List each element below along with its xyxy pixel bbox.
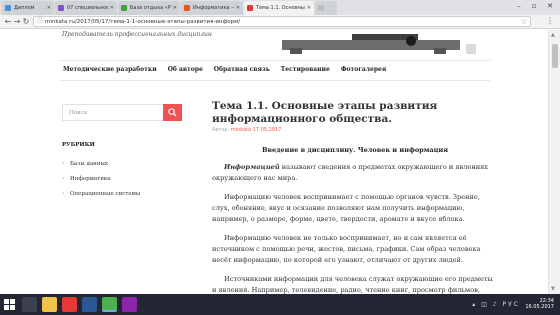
- rubric-item[interactable]: › Базы данных: [62, 156, 140, 171]
- tab-close-icon[interactable]: ✕: [173, 5, 177, 11]
- chevron-right-icon: ›: [62, 175, 65, 182]
- browser-tab-strip: Диплом ✕ 07 специальное-часть-1-Т… ✕ Баз…: [0, 0, 560, 15]
- windows-start-icon[interactable]: [4, 299, 15, 310]
- search-input[interactable]: Поиск: [69, 110, 87, 116]
- tab-close-icon[interactable]: ✕: [307, 5, 311, 11]
- nav-item-gallery[interactable]: Фотогалерея: [338, 66, 394, 73]
- scroll-down-icon[interactable]: ▼: [551, 286, 555, 292]
- tab-close-icon[interactable]: ✕: [110, 5, 114, 11]
- article-author[interactable]: minkata: [231, 127, 251, 133]
- meta-label: Автор:: [212, 127, 230, 133]
- tab-label: База отдыха «Радуга» …: [130, 5, 171, 11]
- tab-favicon-icon: [184, 5, 190, 11]
- reload-icon[interactable]: ↻: [21, 16, 31, 27]
- article-paragraph: Информацию человек воспринимает с помощь…: [212, 193, 480, 223]
- rubric-label: Операционные системы: [70, 190, 141, 197]
- browser-tab[interactable]: Информатика – Мэнд… ✕: [181, 1, 243, 15]
- article-paragraph: Информацию человек не только воспринимае…: [212, 234, 481, 264]
- tab-label: 07 специальное-часть-1-Т…: [67, 5, 108, 11]
- nav-item-about[interactable]: Об авторе: [165, 66, 211, 73]
- main-nav: Методические разработки Об авторе Обратн…: [60, 66, 394, 73]
- search-box[interactable]: Поиск: [62, 104, 182, 121]
- word-icon[interactable]: [82, 297, 97, 312]
- desk-leg: [434, 48, 446, 54]
- nav-divider-top: [60, 60, 490, 61]
- mouse-shape: [406, 36, 416, 46]
- browser-tab[interactable]: 07 специальное-часть-1-Т… ✕: [55, 1, 117, 15]
- clock-date: 16.05.2017: [525, 304, 554, 310]
- clock[interactable]: 22:34 16.05.2017: [525, 298, 554, 310]
- tab-close-icon[interactable]: ✕: [236, 5, 240, 11]
- emphasis-term: Информацией: [224, 163, 280, 171]
- browser-menu-icon[interactable]: ⋮: [546, 16, 554, 25]
- system-tray-icons[interactable]: ▴ ◫ ♪ РУС: [472, 301, 520, 308]
- tab-favicon-icon: [58, 5, 64, 11]
- article-title: Тема 1.1. Основные этапы развития информ…: [212, 100, 438, 125]
- article: Тема 1.1. Основные этапы развития информ…: [212, 100, 498, 294]
- tab-label: Тема 1.1. Основные этап…: [256, 5, 305, 11]
- info-icon[interactable]: ⓘ: [37, 17, 43, 27]
- taskview-icon[interactable]: [22, 297, 37, 312]
- site-tagline: Преподаватель профессиональных дисциплин: [62, 31, 212, 38]
- chrome-icon[interactable]: [102, 297, 117, 312]
- article-meta: Автор: minkata 17.05.2017: [212, 127, 498, 133]
- address-url: minkata.ru/2017/05/17/тема-1-1-основные-…: [45, 19, 241, 25]
- maximize-icon[interactable]: ▫: [527, 2, 541, 10]
- browser-tab[interactable]: База отдыха «Радуга» … ✕: [118, 1, 180, 15]
- page-scrollbar[interactable]: ▲ ▼: [548, 30, 560, 294]
- article-subheading: Введение в дисциплину. Человек и информа…: [262, 146, 448, 154]
- rubrics-heading: РУБРИКИ: [62, 142, 95, 148]
- rubric-label: Базы данных: [70, 160, 108, 167]
- mug-shape: [466, 44, 476, 54]
- tab-favicon-icon: [5, 5, 11, 11]
- tab-label: Диплом: [14, 5, 35, 11]
- tab-label: Информатика – Мэнд…: [193, 5, 234, 11]
- browser-tab-active[interactable]: Тема 1.1. Основные этап… ✕: [244, 1, 314, 15]
- yandex-icon[interactable]: [62, 297, 77, 312]
- chevron-right-icon: ›: [62, 160, 65, 167]
- article-paragraph: Информацией называют сведения о предмета…: [212, 162, 498, 184]
- web-page: Преподаватель профессиональных дисциплин…: [0, 30, 548, 294]
- rubric-item[interactable]: › Информатика: [62, 171, 140, 186]
- scroll-up-icon[interactable]: ▲: [551, 32, 555, 38]
- tab-favicon-icon: [247, 5, 253, 11]
- nav-item-testing[interactable]: Тестирование: [278, 66, 338, 73]
- rubrics-list: › Базы данных › Информатика › Операционные …: [62, 156, 140, 201]
- tab-favicon-icon: [121, 5, 127, 11]
- minimize-icon[interactable]: –: [512, 2, 526, 10]
- close-window-icon[interactable]: ✕: [543, 2, 557, 10]
- browser-tab[interactable]: [315, 1, 337, 15]
- rubric-item[interactable]: › Операционные системы: [62, 186, 140, 201]
- bookmark-star-icon[interactable]: ☆: [521, 17, 527, 27]
- article-date: 17.05.2017: [252, 127, 282, 133]
- nav-item-feedback[interactable]: Обратная связь: [211, 66, 278, 73]
- header-image: [282, 30, 482, 56]
- browser-tab[interactable]: Диплом ✕: [2, 1, 54, 15]
- address-bar[interactable]: ⓘ minkata.ru/2017/05/17/тема-1-1-основны…: [33, 16, 531, 27]
- language-indicator[interactable]: РУС: [503, 301, 520, 308]
- search-icon: [168, 108, 177, 117]
- rubric-label: Информатика: [70, 175, 111, 182]
- nav-item-methodical[interactable]: Методические разработки: [60, 66, 165, 73]
- tab-favicon-icon: [318, 5, 324, 11]
- tab-close-icon[interactable]: ✕: [47, 5, 51, 11]
- nav-divider-bottom: [60, 80, 490, 81]
- article-paragraph: Источниками информации для человека служ…: [212, 275, 493, 294]
- app-icon[interactable]: [122, 297, 137, 312]
- chevron-right-icon: ›: [62, 190, 65, 197]
- desk-leg: [290, 48, 302, 54]
- taskbar: ▴ ◫ ♪ РУС 22:34 16.05.2017: [0, 294, 560, 315]
- search-button[interactable]: [163, 104, 182, 121]
- browser-toolbar: ← → ↻ ⓘ minkata.ru/2017/05/17/тема-1-1-о…: [0, 15, 560, 29]
- scrollbar-thumb[interactable]: [552, 44, 558, 68]
- explorer-icon[interactable]: [42, 297, 57, 312]
